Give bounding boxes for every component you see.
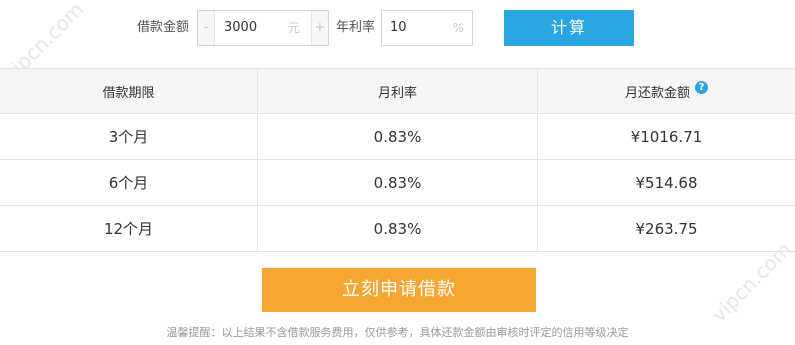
amount-unit: 元 (287, 21, 300, 35)
decrease-amount-button[interactable]: - (198, 11, 215, 45)
header-loan-term: 借款期限 (0, 69, 258, 113)
repayment-table: 借款期限 月利率 月还款金额 ? 3个月 0.83% ¥1016.71 6个月 … (0, 68, 795, 252)
rate-label: 年利率 (336, 20, 376, 35)
increase-amount-button[interactable]: + (311, 11, 328, 45)
table-row: 3个月 0.83% ¥1016.71 (0, 114, 795, 160)
monthly-rate-cell: 0.83% (258, 160, 538, 205)
monthly-rate-cell: 0.83% (258, 206, 538, 251)
rate-input[interactable]: 10 (390, 11, 407, 45)
loan-term-cell: 6个月 (0, 160, 258, 205)
table-header: 借款期限 月利率 月还款金额 ? (0, 69, 795, 114)
monthly-rate-cell: 0.83% (258, 114, 538, 159)
rate-unit: % (452, 21, 464, 35)
help-icon[interactable]: ? (695, 80, 708, 94)
header-monthly-payment: 月还款金额 ? (538, 69, 795, 113)
rate-field[interactable]: 10 % (381, 10, 473, 46)
monthly-payment-cell: ¥263.75 (635, 219, 698, 238)
table-row: 6个月 0.83% ¥514.68 (0, 160, 795, 206)
amount-input[interactable]: 3000 (224, 11, 257, 45)
monthly-payment-cell: ¥514.68 (635, 173, 698, 192)
calculate-button[interactable]: 计算 (504, 10, 634, 46)
loan-term-cell: 3个月 (0, 114, 258, 159)
disclaimer-text: 温馨提醒：以上结果不含借款服务费用，仅供参考，具体还款金额由审核时评定的信用等级… (166, 326, 629, 339)
apply-loan-button[interactable]: 立刻申请借款 (262, 268, 536, 312)
amount-label: 借款金额 (137, 20, 190, 35)
monthly-payment-cell: ¥1016.71 (630, 127, 703, 146)
loan-term-cell: 12个月 (0, 206, 258, 251)
amount-stepper[interactable]: - 3000 元 + (197, 10, 329, 46)
header-monthly-rate: 月利率 (258, 69, 538, 113)
header-monthly-payment-label: 月还款金额 (624, 85, 690, 101)
loan-calculator-form: 借款金额 - 3000 元 + 年利率 10 % 计算 (0, 0, 795, 62)
table-row: 12个月 0.83% ¥263.75 (0, 206, 795, 252)
